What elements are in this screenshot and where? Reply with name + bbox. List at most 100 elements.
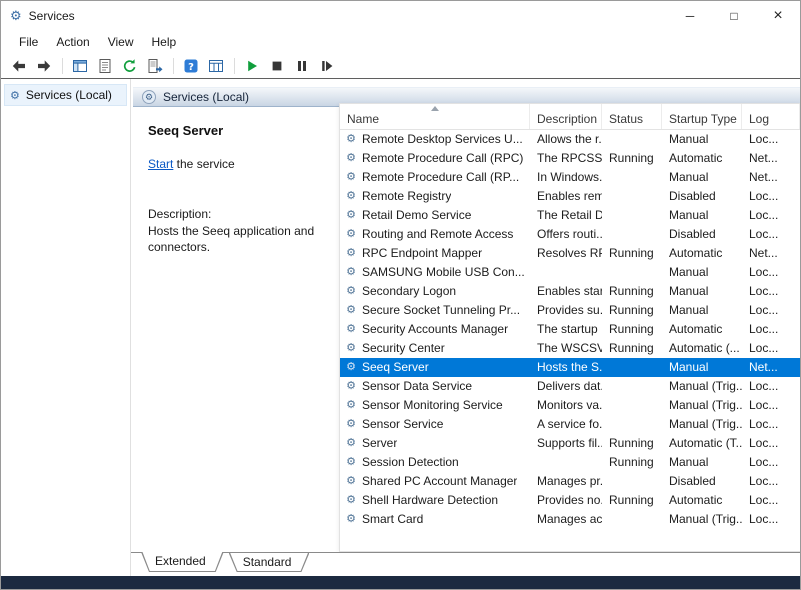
description-cell: The Retail D... [530, 206, 602, 225]
service-gear-icon: ⚙ [344, 206, 358, 225]
column-header-log[interactable]: Log [742, 104, 800, 129]
service-gear-icon: ⚙ [344, 453, 358, 472]
help-icon[interactable]: ? [179, 55, 202, 76]
table-row[interactable]: ⚙Secure Socket Tunneling Pr...Provides s… [340, 301, 800, 320]
title-left: Services [1, 1, 668, 31]
menu-item-file[interactable]: File [10, 32, 47, 52]
description-cell: Allows the r... [530, 130, 602, 149]
service-name-text: Secure Socket Tunneling Pr... [362, 301, 520, 320]
column-header-startup-type[interactable]: Startup Type [662, 104, 742, 129]
table-header: Name Description StatusStartup TypeLog [340, 104, 800, 130]
startup-type-cell: Automatic [662, 149, 742, 168]
menu-bar: FileActionViewHelp [1, 31, 800, 53]
column-header-status[interactable]: Status [602, 104, 662, 129]
table-row[interactable]: ⚙Security CenterThe WSCSV...RunningAutom… [340, 339, 800, 358]
service-name-cell: ⚙Shell Hardware Detection [340, 491, 530, 510]
restart-service-icon[interactable] [315, 55, 338, 76]
start-service-link[interactable]: Start [148, 157, 173, 171]
table-row[interactable]: ⚙SAMSUNG Mobile USB Con...ManualLoc... [340, 263, 800, 282]
description-cell: Hosts the S... [530, 358, 602, 377]
startup-type-cell: Manual [662, 301, 742, 320]
log-on-as-cell: Loc... [742, 472, 800, 491]
startup-type-cell: Manual [662, 358, 742, 377]
log-on-as-cell: Net... [742, 168, 800, 187]
startup-type-cell: Automatic [662, 244, 742, 263]
startup-type-cell: Disabled [662, 472, 742, 491]
table-row[interactable]: ⚙Smart CardManages ac...Manual (Trig...L… [340, 510, 800, 529]
log-on-as-cell: Net... [742, 358, 800, 377]
tree-item-services-local[interactable]: Services (Local) [4, 84, 127, 106]
service-name-cell: ⚙Remote Desktop Services U... [340, 130, 530, 149]
column-header-label: Description [537, 112, 597, 126]
menu-item-help[interactable]: Help [143, 32, 186, 52]
service-gear-icon: ⚙ [344, 339, 358, 358]
service-name-text: Retail Demo Service [362, 206, 471, 225]
list-view-icon[interactable] [204, 55, 227, 76]
table-row[interactable]: ⚙Shell Hardware DetectionProvides no...R… [340, 491, 800, 510]
menu-item-action[interactable]: Action [47, 32, 98, 52]
startup-type-cell: Automatic (... [662, 339, 742, 358]
service-name-text: SAMSUNG Mobile USB Con... [362, 263, 525, 282]
table-row[interactable]: ⚙Routing and Remote AccessOffers routi..… [340, 225, 800, 244]
status-cell: Running [602, 453, 662, 472]
refresh-icon[interactable] [118, 55, 141, 76]
description-label: Description: [148, 207, 340, 221]
table-row[interactable]: ⚙ServerSupports fil...RunningAutomatic (… [340, 434, 800, 453]
description-cell: Manages ac... [530, 510, 602, 529]
minimize-button[interactable]: ─ [668, 1, 712, 31]
table-row[interactable]: ⚙Remote Procedure Call (RP...In Windows.… [340, 168, 800, 187]
table-row[interactable]: ⚙Sensor ServiceA service fo...Manual (Tr… [340, 415, 800, 434]
service-name-text: Shared PC Account Manager [362, 472, 517, 491]
export-list-icon[interactable] [143, 55, 166, 76]
startup-type-cell: Automatic (T... [662, 434, 742, 453]
column-header-name[interactable]: Name [340, 104, 530, 129]
status-cell: Running [602, 301, 662, 320]
description-cell: The RPCSS s... [530, 149, 602, 168]
service-gear-icon: ⚙ [344, 168, 358, 187]
description-cell: Provides su... [530, 301, 602, 320]
service-name-cell: ⚙Smart Card [340, 510, 530, 529]
table-row[interactable]: ⚙Shared PC Account ManagerManages pr...D… [340, 472, 800, 491]
start-service-icon[interactable] [240, 55, 263, 76]
menu-item-view[interactable]: View [99, 32, 143, 52]
forward-arrow-icon[interactable] [32, 55, 55, 76]
table-row[interactable]: ⚙Remote RegistryEnables rem...DisabledLo… [340, 187, 800, 206]
pause-service-icon[interactable] [290, 55, 313, 76]
properties-icon[interactable] [93, 55, 116, 76]
toolbar: ? [1, 53, 800, 79]
table-row[interactable]: ⚙Security Accounts ManagerThe startup ..… [340, 320, 800, 339]
service-name-cell: ⚙Remote Registry [340, 187, 530, 206]
tab-extended[interactable]: Extended [141, 552, 224, 572]
tab-standard[interactable]: Standard [229, 553, 310, 572]
stop-service-icon[interactable] [265, 55, 288, 76]
table-row[interactable]: ⚙Remote Desktop Services U...Allows the … [340, 130, 800, 149]
table-row[interactable]: ⚙Retail Demo ServiceThe Retail D...Manua… [340, 206, 800, 225]
column-header-description[interactable]: Description [530, 104, 602, 129]
table-row[interactable]: ⚙Session DetectionRunningManualLoc... [340, 453, 800, 472]
service-action-text: the service [173, 157, 234, 171]
close-button[interactable]: × [756, 1, 800, 31]
log-on-as-cell: Loc... [742, 434, 800, 453]
table-row[interactable]: ⚙Remote Procedure Call (RPC)The RPCSS s.… [340, 149, 800, 168]
maximize-button[interactable]: □ [712, 1, 756, 31]
status-cell [602, 415, 662, 434]
startup-type-cell: Manual [662, 130, 742, 149]
status-cell: Running [602, 434, 662, 453]
service-gear-icon: ⚙ [344, 415, 358, 434]
table-row[interactable]: ⚙Sensor Data ServiceDelivers dat...Manua… [340, 377, 800, 396]
service-name-cell: ⚙Secure Socket Tunneling Pr... [340, 301, 530, 320]
service-name-text: Remote Procedure Call (RP... [362, 168, 519, 187]
service-name-text: Shell Hardware Detection [362, 491, 498, 510]
table-row[interactable]: ⚙Secondary LogonEnables star...RunningMa… [340, 282, 800, 301]
show-console-tree-icon[interactable] [68, 55, 91, 76]
table-row[interactable]: ⚙RPC Endpoint MapperResolves RP...Runnin… [340, 244, 800, 263]
view-tab-bar: Extended Standard [131, 552, 800, 576]
status-cell [602, 130, 662, 149]
table-row[interactable]: ⚙Sensor Monitoring ServiceMonitors va...… [340, 396, 800, 415]
back-arrow-icon[interactable] [7, 55, 30, 76]
table-row[interactable]: ⚙Seeq ServerHosts the S...ManualNet... [340, 358, 800, 377]
service-gear-icon: ⚙ [344, 282, 358, 301]
extended-info-panel: Seeq Server Start the service Descriptio… [148, 123, 340, 255]
svg-text:?: ? [188, 61, 194, 72]
service-name-text: Security Accounts Manager [362, 320, 508, 339]
